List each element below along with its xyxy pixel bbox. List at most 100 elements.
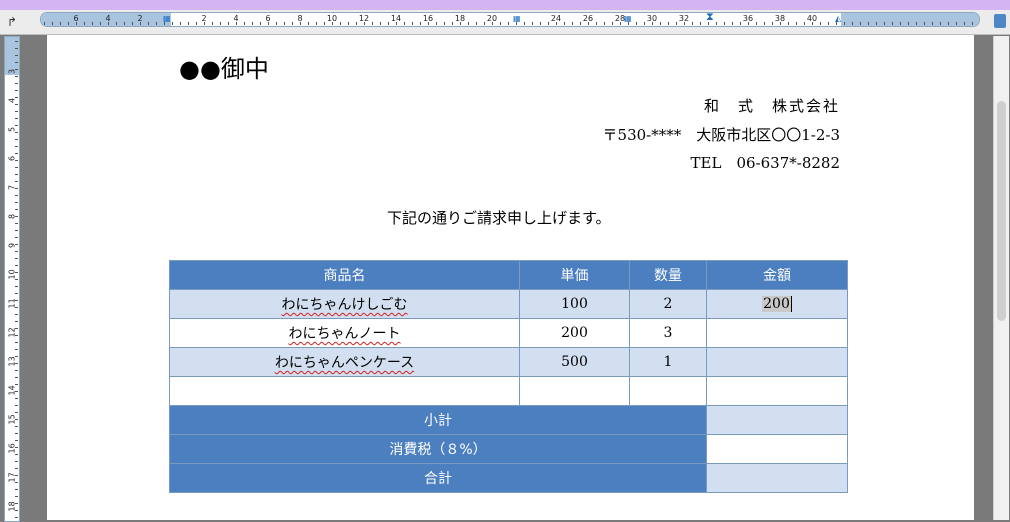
- ruler-tick: [844, 22, 845, 25]
- ruler-tick: [804, 22, 805, 25]
- ruler-tick: [548, 22, 549, 25]
- ruler-tick: [860, 22, 861, 25]
- vertical-ruler-tick: [15, 468, 18, 469]
- vertical-ruler-tick: [15, 454, 18, 455]
- ruler-tick: [412, 22, 413, 25]
- ruler-tick: [772, 22, 773, 25]
- amount-cell[interactable]: 200: [706, 289, 848, 319]
- ruler-tick: [460, 22, 461, 25]
- vertical-ruler-tick: [15, 461, 18, 462]
- ruler-tick: [788, 22, 789, 25]
- price-cell[interactable]: 200: [519, 318, 630, 348]
- horizontal-ruler-bar: ↱ 6 4 2 2 4 6 8 10 12 14 16 18 20 24 26 28 30 32 36 38 40 ▦ …: [0, 10, 1010, 35]
- price-cell[interactable]: 500: [519, 347, 630, 377]
- item-name-cell[interactable]: [169, 376, 520, 406]
- vertical-ruler-number: 12: [7, 327, 17, 338]
- indent-marker-icon[interactable]: ⧗: [706, 10, 714, 24]
- vertical-ruler-tick: [15, 258, 18, 259]
- document-page[interactable]: ●●御中 和 式 株式会社 〒530-**** 大阪市北区〇〇1-2-3 TEL…: [47, 35, 974, 520]
- tab-stop-selector-icon[interactable]: ↱: [4, 14, 20, 30]
- item-name-cell[interactable]: わにちゃんペンケース: [169, 347, 520, 377]
- ruler-tick: [348, 22, 349, 25]
- item-name-cell[interactable]: わにちゃんけしごむ: [169, 289, 520, 319]
- vertical-scrollbar[interactable]: [993, 36, 1009, 520]
- total-amount-cell[interactable]: [706, 463, 848, 493]
- ruler-tick: [228, 22, 229, 25]
- subtotal-label[interactable]: 小計: [169, 405, 707, 435]
- tab-marker-icon[interactable]: ▦: [163, 14, 171, 23]
- ruler-tick: [404, 22, 405, 25]
- vertical-ruler-tick: [15, 90, 18, 91]
- vertical-ruler-number: 6: [7, 155, 17, 162]
- vertical-ruler-tick: [15, 510, 18, 511]
- ruler-tick: [636, 22, 637, 25]
- header-cell-item[interactable]: 商品名: [169, 260, 520, 290]
- vertical-ruler-tick: [15, 286, 18, 287]
- vertical-ruler-tick: [15, 251, 18, 252]
- ruler-tick: [324, 22, 325, 25]
- qty-cell[interactable]: [629, 376, 707, 406]
- total-label[interactable]: 合計: [169, 463, 707, 493]
- vertical-ruler-tick: [15, 314, 18, 315]
- ruler-tick: [916, 22, 917, 25]
- vertical-ruler-tick: [15, 153, 18, 154]
- view-options-icon[interactable]: [994, 14, 1006, 28]
- ruler-tick: [204, 22, 205, 25]
- tax-label[interactable]: 消費税（８%）: [169, 434, 707, 464]
- vertical-ruler-tick: [15, 223, 18, 224]
- ruler-tick: [908, 22, 909, 25]
- ruler-tick: [540, 22, 541, 25]
- vertical-ruler-tick: [15, 272, 18, 273]
- vertical-ruler-tick: [15, 363, 18, 364]
- tax-row: 消費税（８%）: [169, 434, 848, 464]
- header-cell-price[interactable]: 単価: [519, 260, 630, 290]
- vertical-ruler-tick: [15, 104, 18, 105]
- tax-amount-cell[interactable]: [706, 434, 848, 464]
- vertical-ruler-tick: [15, 503, 18, 504]
- tab-marker-icon[interactable]: ▦: [624, 14, 632, 23]
- vertical-ruler-tick: [15, 293, 18, 294]
- ruler-tick: [300, 22, 301, 25]
- header-cell-amount[interactable]: 金額: [706, 260, 848, 290]
- right-indent-marker-icon[interactable]: ◭: [835, 14, 841, 23]
- ruler-tick: [452, 22, 453, 25]
- vertical-ruler-tick: [15, 237, 18, 238]
- invoice-table: 商品名 単価 数量 金額 わにちゃんけしごむ 100 2 200 わにちゃんノー…: [169, 260, 848, 493]
- price-cell[interactable]: 100: [519, 289, 630, 319]
- ruler-tick: [884, 22, 885, 25]
- vertical-ruler-tick: [15, 517, 18, 518]
- ruler-tick: [260, 22, 261, 25]
- ruler-tick: [700, 22, 701, 25]
- vertical-ruler-tick: [15, 55, 18, 56]
- right-margin-area: [841, 13, 979, 26]
- amount-cell[interactable]: [706, 318, 848, 348]
- qty-cell[interactable]: 3: [629, 318, 707, 348]
- qty-cell[interactable]: 2: [629, 289, 707, 319]
- vertical-ruler-tick: [15, 132, 18, 133]
- subtotal-amount-cell[interactable]: [706, 405, 848, 435]
- ruler-tick: [940, 22, 941, 25]
- ruler-tick: [820, 22, 821, 25]
- ruler-tick: [740, 22, 741, 25]
- ruler-tick: [236, 22, 237, 25]
- header-cell-qty[interactable]: 数量: [629, 260, 707, 290]
- scrollbar-thumb[interactable]: [997, 101, 1006, 321]
- ruler-tick: [356, 22, 357, 25]
- ruler-tick: [188, 22, 189, 25]
- vertical-ruler[interactable]: 3 4 5 6 7 8 9 10 11 12 13 14 15 16 17 18: [4, 36, 20, 522]
- ruler-tick: [604, 22, 605, 25]
- qty-cell[interactable]: 1: [629, 347, 707, 377]
- ruler-tick: [428, 22, 429, 25]
- table-row: わにちゃんけしごむ 100 2 200: [169, 289, 848, 319]
- amount-cell[interactable]: [706, 347, 848, 377]
- ruler-tick: [492, 22, 493, 25]
- ruler-tick: [380, 22, 381, 25]
- ruler-tick: [876, 22, 877, 25]
- vertical-ruler-tick: [15, 447, 18, 448]
- item-name: わにちゃんペンケース: [274, 355, 415, 371]
- price-cell[interactable]: [519, 376, 630, 406]
- amount-cell[interactable]: [706, 376, 848, 406]
- tab-marker-icon[interactable]: ▦: [513, 14, 521, 23]
- company-tel: TEL 06-637*-8282: [690, 154, 840, 172]
- item-name-cell[interactable]: わにちゃんノート: [169, 318, 520, 348]
